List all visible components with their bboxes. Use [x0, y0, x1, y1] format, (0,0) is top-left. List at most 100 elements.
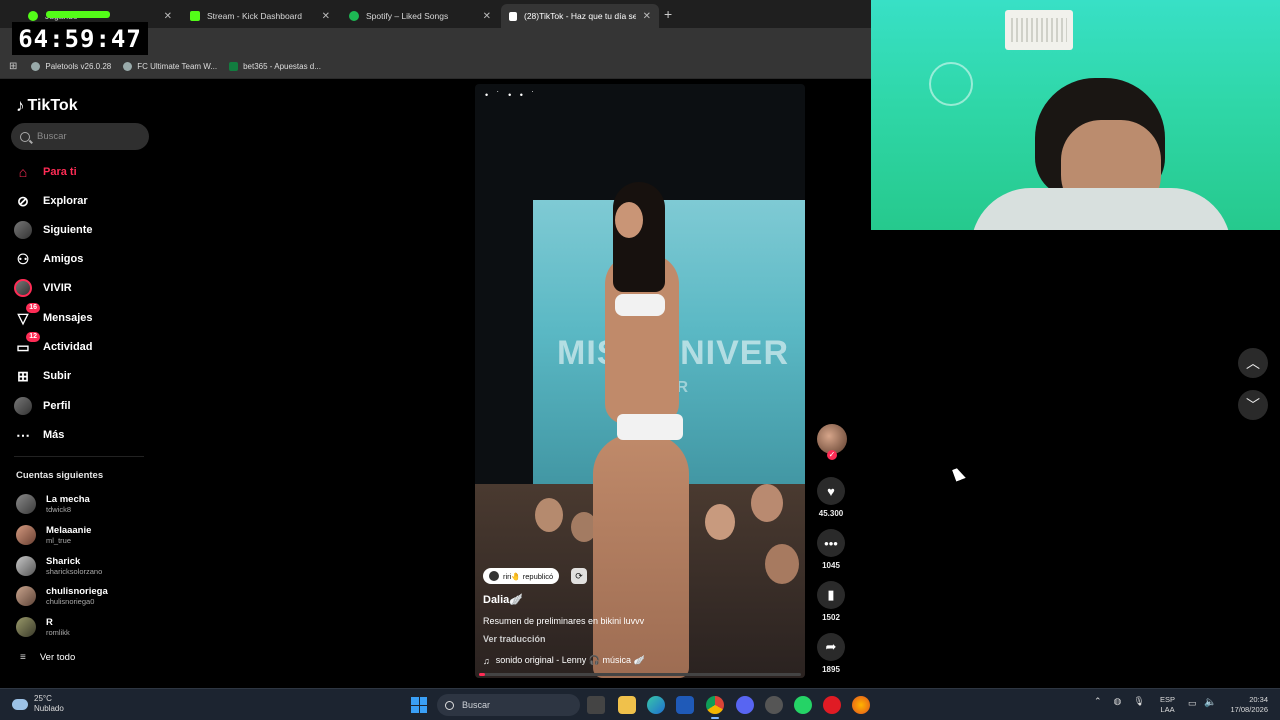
compass-icon: ⊘ — [17, 192, 29, 209]
video-author[interactable]: Dalia🪽 — [483, 593, 523, 606]
network-icon[interactable]: ◍ — [1114, 696, 1122, 707]
account-handle: romlikk — [46, 628, 70, 637]
new-tab-icon[interactable]: + — [664, 6, 672, 22]
comment-icon: ••• — [817, 529, 845, 557]
firefox-icon[interactable] — [852, 696, 870, 714]
microphone-icon[interactable]: 🎙 — [1133, 696, 1144, 707]
apps-grid-icon[interactable]: ⊞ — [9, 61, 17, 72]
weather-desc: Nublado — [34, 704, 64, 713]
bookmark-bet365[interactable]: bet365 - Apuestas d... — [229, 62, 321, 71]
language-indicator[interactable]: ESP LAA — [1160, 695, 1175, 715]
nav-vivir[interactable]: VIVIR — [14, 278, 72, 298]
search-input[interactable]: Buscar — [11, 123, 149, 150]
translate-link[interactable]: Ver traducción — [483, 634, 546, 644]
save-button[interactable]: ▮ 1502 — [816, 581, 846, 622]
nav-amigos[interactable]: ⚇ Amigos — [14, 249, 84, 269]
model-figure — [593, 434, 689, 678]
wall-clock — [929, 62, 973, 106]
display-icon[interactable]: ▭ — [1188, 698, 1197, 709]
activity-badge: 12 — [26, 332, 40, 342]
account-name: R — [46, 617, 53, 628]
following-account[interactable]: Rromlikk — [16, 617, 70, 637]
comment-button[interactable]: ••• 1045 — [816, 529, 846, 570]
account-handle: sharicksolorzano — [46, 567, 103, 576]
stream-overlay-bar — [46, 11, 110, 18]
taskbar-search-placeholder: Buscar — [462, 700, 491, 710]
model-figure — [613, 182, 665, 292]
video-progress-bar[interactable] — [479, 673, 801, 676]
nav-label: Mensajes — [43, 312, 93, 324]
discord-icon[interactable] — [736, 696, 754, 714]
globe-icon — [31, 62, 41, 71]
bookmark-paletools[interactable]: Paletools v26.0.28 — [31, 62, 111, 71]
clock-time: 20:34 — [1249, 695, 1268, 704]
webcam-overlay — [871, 0, 1280, 230]
account-name: chulisnoriega — [46, 586, 108, 597]
weather-widget[interactable]: 25°C Nublado — [12, 694, 64, 714]
video-sound[interactable]: ♫ sonido original - Lenny 🎧 música 🪽 — [483, 655, 645, 666]
volume-icon[interactable]: 🔈 — [1204, 697, 1216, 708]
previous-video-button[interactable]: ︿ — [1238, 348, 1268, 378]
opera-icon[interactable] — [823, 696, 841, 714]
task-view-icon[interactable] — [587, 696, 605, 714]
nav-label: Para ti — [43, 166, 77, 178]
obs-icon[interactable] — [765, 696, 783, 714]
close-icon[interactable]: ✕ — [164, 11, 172, 22]
store-icon[interactable] — [676, 696, 694, 714]
follow-plus-icon[interactable]: ✓ — [827, 450, 837, 460]
account-handle: tdwick8 — [46, 505, 72, 514]
clock-date: 17/08/2026 — [1230, 705, 1268, 714]
tiktok-note-icon: ♪ — [16, 96, 25, 115]
following-account[interactable]: La mecha tdwick8 — [16, 494, 90, 514]
following-account[interactable]: chulisnoriega chulisnoriega0 — [16, 586, 108, 606]
following-icon — [14, 221, 32, 239]
following-account[interactable]: Sharick sharicksolorzano — [16, 556, 102, 576]
close-icon[interactable]: ✕ — [483, 11, 491, 22]
bookmark-fc-ultimate[interactable]: FC Ultimate Team W... — [123, 62, 217, 71]
close-icon[interactable]: ✕ — [643, 11, 651, 22]
search-icon — [445, 700, 454, 710]
edge-icon[interactable] — [647, 696, 665, 714]
nav-subir[interactable]: ⊞ Subir — [14, 366, 71, 386]
save-count: 1502 — [822, 613, 840, 622]
repost-badge[interactable]: riri🤚 republicó — [483, 568, 560, 584]
see-all-button[interactable]: ≡ Ver todo — [20, 652, 75, 663]
tab-label: Spotify – Liked Songs — [366, 11, 449, 21]
taskbar-search[interactable]: Buscar — [437, 694, 580, 716]
account-name: La mecha — [46, 494, 90, 505]
share-button[interactable]: ➦ 1895 — [816, 633, 846, 674]
whatsapp-icon[interactable] — [794, 696, 812, 714]
divider — [14, 456, 144, 457]
tiktok-logo[interactable]: ♪ TikTok — [16, 96, 78, 116]
nav-label: Perfil — [43, 400, 71, 412]
nav-actividad[interactable]: ▭ 12 Actividad — [14, 332, 93, 357]
nav-perfil[interactable]: Perfil — [14, 396, 71, 416]
bookmark-icon: ▮ — [817, 581, 845, 609]
tab-tiktok[interactable]: (28)TikTok - Haz que tu día sea ✕ — [501, 4, 659, 28]
taskbar-clock[interactable]: 20:34 17/08/2026 — [1222, 695, 1268, 715]
messages-badge: 16 — [26, 303, 40, 313]
next-video-button[interactable]: ﹀ — [1238, 390, 1268, 420]
nav-mensajes[interactable]: ▽ 16 Mensajes — [14, 303, 93, 328]
nav-para-ti[interactable]: ⌂ Para ti — [14, 162, 77, 182]
bookmark-label: FC Ultimate Team W... — [137, 62, 218, 71]
file-explorer-icon[interactable] — [618, 696, 636, 714]
cloud-icon — [12, 698, 28, 710]
close-icon[interactable]: ✕ — [322, 11, 330, 22]
chrome-icon[interactable] — [706, 696, 724, 719]
chevron-up-icon[interactable]: ⌃ — [1094, 696, 1102, 707]
like-button[interactable]: ♥ 45.300 — [816, 477, 846, 518]
nav-siguiente[interactable]: Siguiente — [14, 220, 93, 240]
nav-explorar[interactable]: ⊘ Explorar — [14, 191, 88, 211]
air-conditioner — [1005, 10, 1073, 50]
tab-kick-dashboard[interactable]: Stream - Kick Dashboard ✕ — [182, 4, 338, 28]
start-button[interactable] — [411, 697, 427, 713]
repost-icon[interactable]: ⟳ — [571, 568, 587, 584]
following-account[interactable]: Melaaanie ml_true — [16, 525, 91, 545]
kick-icon — [190, 11, 200, 21]
search-placeholder: Buscar — [37, 131, 67, 142]
video-player[interactable]: • ˙ • • ˙ MISS UNIVER ADOR riri🤚 republi… — [475, 84, 805, 678]
friends-icon: ⚇ — [16, 250, 30, 267]
nav-mas[interactable]: ⋯ Más — [14, 425, 64, 445]
tab-spotify[interactable]: Spotify – Liked Songs ✕ — [341, 4, 499, 28]
